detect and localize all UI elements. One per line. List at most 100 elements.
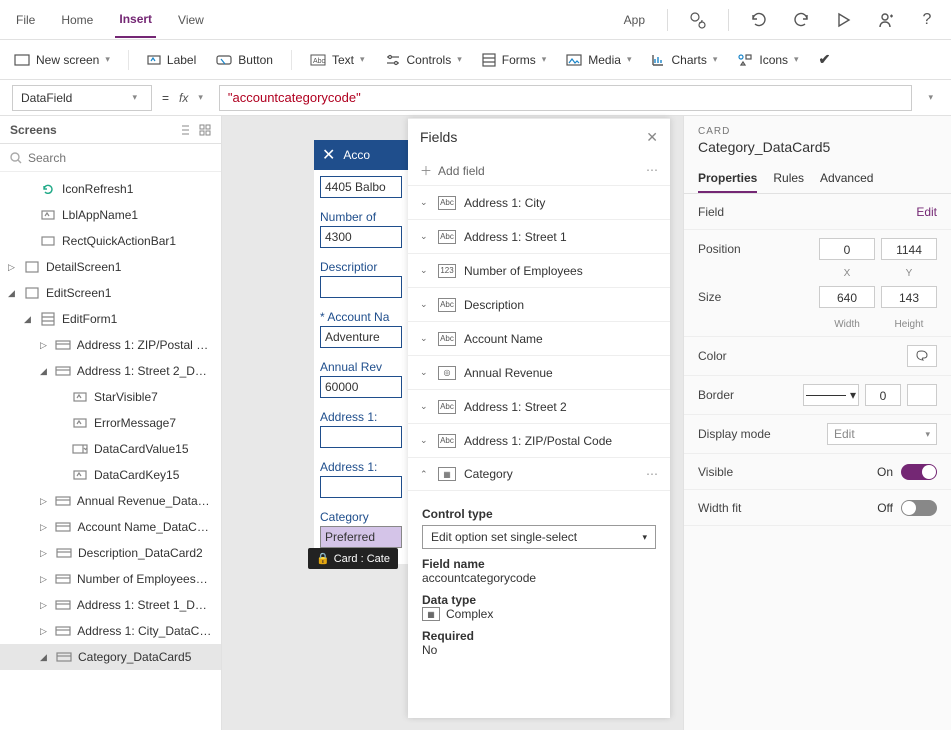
- field-value[interactable]: Adventure: [320, 326, 402, 348]
- tree-item[interactable]: DataCardValue15: [0, 436, 221, 462]
- share-icon[interactable]: [873, 8, 897, 32]
- field-value[interactable]: 4300: [320, 226, 402, 248]
- field-row[interactable]: ⌄AbcAddress 1: Street 2: [408, 389, 670, 423]
- field-row[interactable]: ⌄123Number of Employees: [408, 253, 670, 287]
- text-button[interactable]: Abc Text▾: [308, 49, 367, 71]
- media-button[interactable]: Media▾: [564, 49, 633, 71]
- tree-item[interactable]: DataCardKey15: [0, 462, 221, 488]
- new-screen-button[interactable]: New screen▾: [12, 49, 112, 71]
- formula-expand[interactable]: ▾: [922, 92, 939, 103]
- charts-button[interactable]: Charts▾: [649, 49, 719, 71]
- field-value[interactable]: Preferred: [320, 526, 402, 548]
- expand-icon[interactable]: ▷: [40, 522, 49, 533]
- formula-input[interactable]: "accountcategorycode": [219, 85, 913, 111]
- tree-item[interactable]: ▷Description_DataCard2: [0, 540, 221, 566]
- form-field[interactable]: Descriptior: [314, 256, 408, 306]
- field-row[interactable]: ⌄◎Annual Revenue: [408, 355, 670, 389]
- form-field[interactable]: 4405 Balbo: [314, 172, 408, 206]
- field-value[interactable]: 4405 Balbo: [320, 176, 402, 198]
- field-value[interactable]: [320, 426, 402, 448]
- position-y-input[interactable]: 1144: [881, 238, 937, 260]
- form-body[interactable]: 4405 Balbo Number of4300Descriptior* Acco…: [314, 170, 408, 564]
- redo-icon[interactable]: [789, 8, 813, 32]
- field-value[interactable]: [320, 276, 402, 298]
- menu-insert[interactable]: Insert: [115, 2, 156, 38]
- expand-icon[interactable]: ⌄: [420, 333, 430, 344]
- displaymode-select[interactable]: Edit▾: [827, 423, 937, 445]
- tree-item[interactable]: IconRefresh1: [0, 176, 221, 202]
- field-row[interactable]: ⌄AbcAddress 1: ZIP/Postal Code: [408, 423, 670, 457]
- close-icon[interactable]: ✕: [646, 129, 658, 146]
- expand-icon[interactable]: ◢: [40, 652, 50, 663]
- field-row[interactable]: ⌄AbcAccount Name: [408, 321, 670, 355]
- tree-view-toggles[interactable]: [181, 124, 211, 136]
- form-field[interactable]: * Account NaAdventure: [314, 306, 408, 356]
- tab-properties[interactable]: Properties: [698, 165, 757, 193]
- form-field[interactable]: Number of4300: [314, 206, 408, 256]
- edit-link[interactable]: Edit: [916, 205, 937, 219]
- property-selector[interactable]: DataField ▾: [12, 85, 152, 111]
- widthfit-toggle[interactable]: [901, 500, 937, 516]
- tree-item[interactable]: LblAppName1: [0, 202, 221, 228]
- field-value[interactable]: 60000: [320, 376, 402, 398]
- border-width-input[interactable]: 0: [865, 384, 901, 406]
- expand-icon[interactable]: ▷: [40, 600, 49, 611]
- help-icon[interactable]: ?: [915, 8, 939, 32]
- control-type-select[interactable]: Edit option set single-select▾: [422, 525, 656, 549]
- label-button[interactable]: Label: [145, 49, 198, 71]
- expand-icon[interactable]: ◢: [40, 366, 49, 377]
- search-input[interactable]: [0, 144, 221, 172]
- position-x-input[interactable]: 0: [819, 238, 875, 260]
- menu-view[interactable]: View: [174, 3, 208, 37]
- expand-icon[interactable]: ⌄: [420, 435, 430, 446]
- undo-icon[interactable]: [747, 8, 771, 32]
- tab-advanced[interactable]: Advanced: [820, 165, 873, 193]
- menu-file[interactable]: File: [12, 3, 39, 37]
- field-row[interactable]: ⌄AbcAddress 1: Street 1: [408, 219, 670, 253]
- tree-item[interactable]: ▷Number of Employees_Data: [0, 566, 221, 592]
- tree-item[interactable]: ▷Address 1: City_DataCard2: [0, 618, 221, 644]
- menu-home[interactable]: Home: [57, 3, 97, 37]
- expand-icon[interactable]: ▷: [40, 574, 49, 585]
- more-icon[interactable]: ⋯: [646, 467, 658, 481]
- expand-icon[interactable]: ▷: [40, 496, 49, 507]
- controls-button[interactable]: Controls▾: [383, 49, 464, 71]
- menu-app[interactable]: App: [620, 3, 649, 37]
- tree-item[interactable]: ◢EditScreen1: [0, 280, 221, 306]
- expand-icon[interactable]: ▷: [8, 262, 18, 273]
- add-field-button[interactable]: ＋Add field: [420, 162, 485, 179]
- fx-button[interactable]: fx▾: [179, 91, 209, 105]
- play-icon[interactable]: [831, 8, 855, 32]
- field-row[interactable]: ⌄AbcAddress 1: City: [408, 185, 670, 219]
- tree-item[interactable]: ▷Annual Revenue_DataCard2: [0, 488, 221, 514]
- size-h-input[interactable]: 143: [881, 286, 937, 308]
- icons-button[interactable]: Icons▾: [735, 49, 800, 71]
- expand-icon[interactable]: ⌄: [420, 265, 430, 276]
- close-icon[interactable]: ✕: [322, 145, 335, 165]
- form-field[interactable]: Annual Rev60000: [314, 356, 408, 406]
- tree-item[interactable]: StarVisible7: [0, 384, 221, 410]
- tree-item[interactable]: ErrorMessage7: [0, 410, 221, 436]
- expand-icon[interactable]: ⌄: [420, 231, 430, 242]
- tree-item[interactable]: ▷Account Name_DataCard2: [0, 514, 221, 540]
- tree-item[interactable]: ▷DetailScreen1: [0, 254, 221, 280]
- button-button[interactable]: Button: [214, 49, 275, 71]
- expand-icon[interactable]: ▷: [40, 626, 49, 637]
- expand-icon[interactable]: ⌃: [420, 469, 430, 480]
- expand-icon[interactable]: ⌄: [420, 367, 430, 378]
- form-field[interactable]: Address 1:: [314, 406, 408, 456]
- tree-item[interactable]: ◢Address 1: Street 2_DataCar: [0, 358, 221, 384]
- expand-icon[interactable]: ⌄: [420, 197, 430, 208]
- tree-item[interactable]: ▷Address 1: Street 1_DataCar: [0, 592, 221, 618]
- field-row[interactable]: ⌄AbcDescription: [408, 287, 670, 321]
- more-icon[interactable]: ⋯: [646, 163, 658, 177]
- tree-item[interactable]: ◢Category_DataCard5: [0, 644, 221, 670]
- size-w-input[interactable]: 640: [819, 286, 875, 308]
- border-style[interactable]: ▾: [803, 384, 859, 406]
- color-picker[interactable]: [907, 345, 937, 367]
- tree-item[interactable]: RectQuickActionBar1: [0, 228, 221, 254]
- tab-rules[interactable]: Rules: [773, 165, 804, 193]
- ribbon-expand[interactable]: ✔: [817, 47, 833, 72]
- form-field[interactable]: Address 1:: [314, 456, 408, 506]
- border-color[interactable]: [907, 384, 937, 406]
